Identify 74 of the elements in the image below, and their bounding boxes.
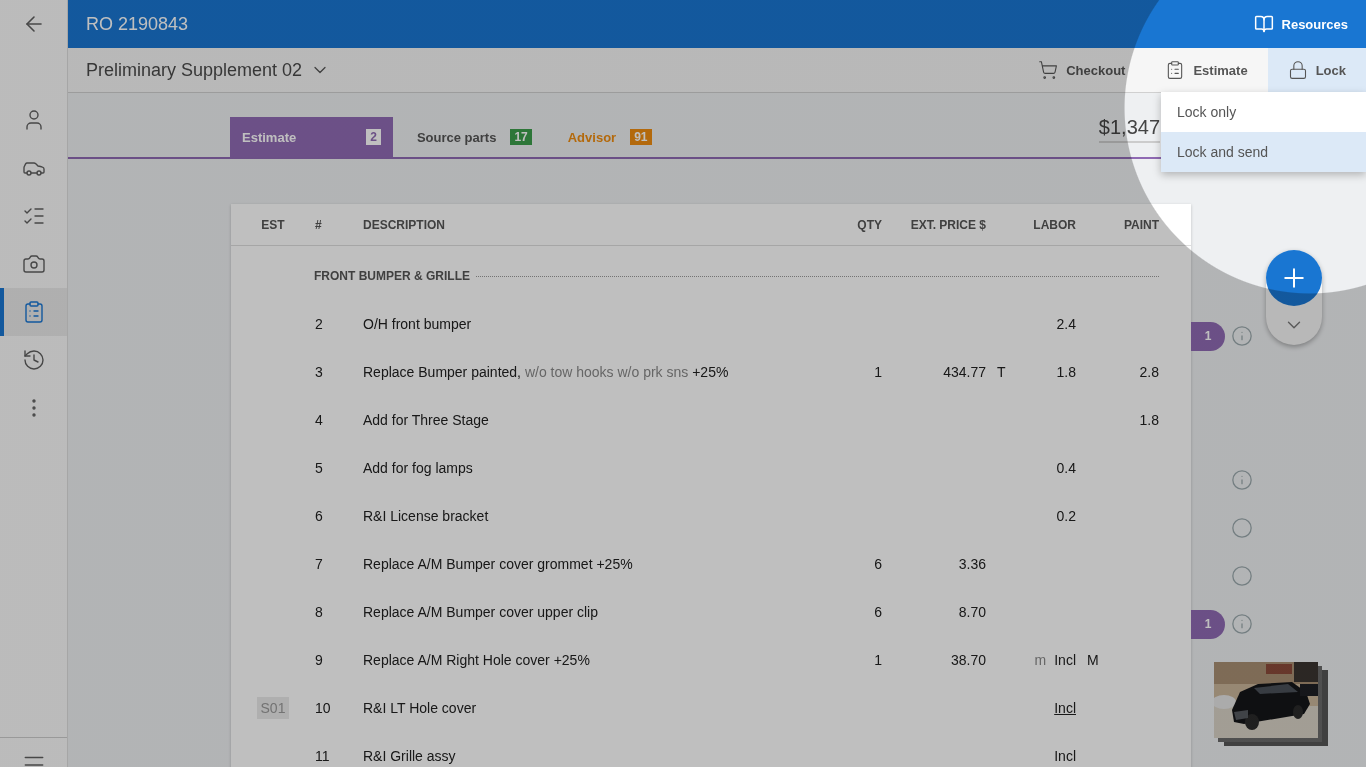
supplement-title[interactable]: Preliminary Supplement 02 bbox=[86, 59, 303, 81]
tab[interactable]: Source parts 17 bbox=[404, 117, 544, 157]
line-number: 3 bbox=[315, 364, 323, 380]
column-header: # bbox=[315, 216, 323, 234]
line-description[interactable]: Replace A/M Right Hole cover +25% bbox=[363, 652, 590, 668]
line-number: 10 bbox=[315, 700, 331, 716]
line-number: 11 bbox=[315, 748, 330, 764]
labor-hours: 0.2 bbox=[1056, 508, 1076, 524]
paint-hours: 2.8 bbox=[1139, 364, 1159, 380]
quantity: 1 bbox=[874, 364, 882, 380]
info-icon[interactable] bbox=[1231, 469, 1253, 491]
circle-icon[interactable] bbox=[1231, 517, 1253, 539]
labor-hours: Incl bbox=[1054, 748, 1076, 764]
window-title: RO 2190843 bbox=[86, 13, 189, 35]
price-code-label: T bbox=[997, 364, 1006, 380]
labor-hours: Incl bbox=[1054, 652, 1076, 668]
line-description[interactable]: Replace A/M Bumper cover upper clip bbox=[363, 604, 598, 620]
labor-hours: 1.8 bbox=[1056, 364, 1076, 380]
menu-item[interactable]: Lock only bbox=[1161, 92, 1366, 132]
labor-hours: 2.4 bbox=[1056, 316, 1076, 332]
line-description[interactable]: R&I Grille assy bbox=[363, 748, 456, 764]
lock-icon bbox=[1287, 60, 1308, 80]
line-description[interactable]: Add for Three Stage bbox=[363, 412, 489, 428]
est-tag: S01 bbox=[256, 697, 290, 719]
toolbar-button[interactable]: Lock bbox=[1267, 48, 1366, 92]
add-button[interactable] bbox=[1266, 250, 1322, 306]
price: 8.70 bbox=[958, 604, 986, 620]
labor-hours: 0.4 bbox=[1056, 460, 1076, 476]
count-badge[interactable]: 1 bbox=[1191, 321, 1225, 351]
group-heading: FRONT BUMPER & GRILLE bbox=[314, 269, 470, 283]
line-description[interactable]: Add for fog lamps bbox=[363, 460, 473, 476]
quantity: 1 bbox=[874, 652, 882, 668]
line-number: 6 bbox=[315, 508, 323, 524]
count-badge: 17 bbox=[510, 129, 532, 145]
clipboard-icon[interactable] bbox=[0, 288, 67, 336]
info-icon[interactable] bbox=[1231, 325, 1253, 347]
line-description[interactable]: Replace A/M Bumper cover grommet +25% bbox=[363, 556, 633, 572]
line-number: 8 bbox=[315, 604, 323, 620]
price: 3.36 bbox=[958, 556, 986, 572]
quantity: 6 bbox=[874, 556, 882, 572]
line-description[interactable]: O/H front bumper bbox=[363, 316, 472, 332]
line-description[interactable]: Replace Bumper painted, w/o tow hooks w/o prk sns +25% bbox=[363, 364, 729, 380]
line-number: 2 bbox=[315, 316, 323, 332]
column-header: DESCRIPTION bbox=[363, 216, 446, 234]
labor-prefix: m bbox=[1034, 652, 1047, 668]
resources-button[interactable]: Resources bbox=[1253, 14, 1348, 34]
menu-item[interactable]: Lock and send bbox=[1161, 132, 1366, 172]
quantity: 6 bbox=[874, 604, 882, 620]
line-description[interactable]: R&I License bracket bbox=[363, 508, 489, 524]
column-header: EST bbox=[260, 216, 286, 234]
count-badge: 91 bbox=[630, 129, 652, 145]
book-icon bbox=[1253, 14, 1274, 34]
tab[interactable]: Estimate 2 bbox=[230, 117, 393, 157]
line-description[interactable]: R&I LT Hole cover bbox=[363, 700, 477, 716]
line-number: 7 bbox=[315, 556, 323, 572]
labor-code-label: M bbox=[1087, 652, 1099, 668]
toolbar-button[interactable]: Checkout bbox=[1018, 48, 1146, 92]
line-number: 5 bbox=[315, 460, 323, 476]
count-badge[interactable]: 1 bbox=[1191, 609, 1225, 639]
toolbar-button[interactable]: Estimate bbox=[1145, 48, 1268, 92]
cart-icon bbox=[1038, 60, 1059, 80]
line-number: 9 bbox=[315, 652, 323, 668]
labor-hours: Incl bbox=[1054, 700, 1076, 716]
price: 434.77 bbox=[943, 364, 986, 380]
price: 38.70 bbox=[950, 652, 986, 668]
column-header: QTY bbox=[856, 216, 882, 234]
column-header: PAINT bbox=[1122, 216, 1159, 234]
count-badge: 2 bbox=[366, 129, 381, 145]
paint-hours: 1.8 bbox=[1139, 412, 1159, 428]
column-header: LABOR bbox=[1032, 216, 1076, 234]
circle-icon[interactable] bbox=[1231, 565, 1253, 587]
line-number: 4 bbox=[315, 412, 323, 428]
column-header: EXT. PRICE $ bbox=[909, 216, 986, 234]
info-icon[interactable] bbox=[1231, 613, 1253, 635]
